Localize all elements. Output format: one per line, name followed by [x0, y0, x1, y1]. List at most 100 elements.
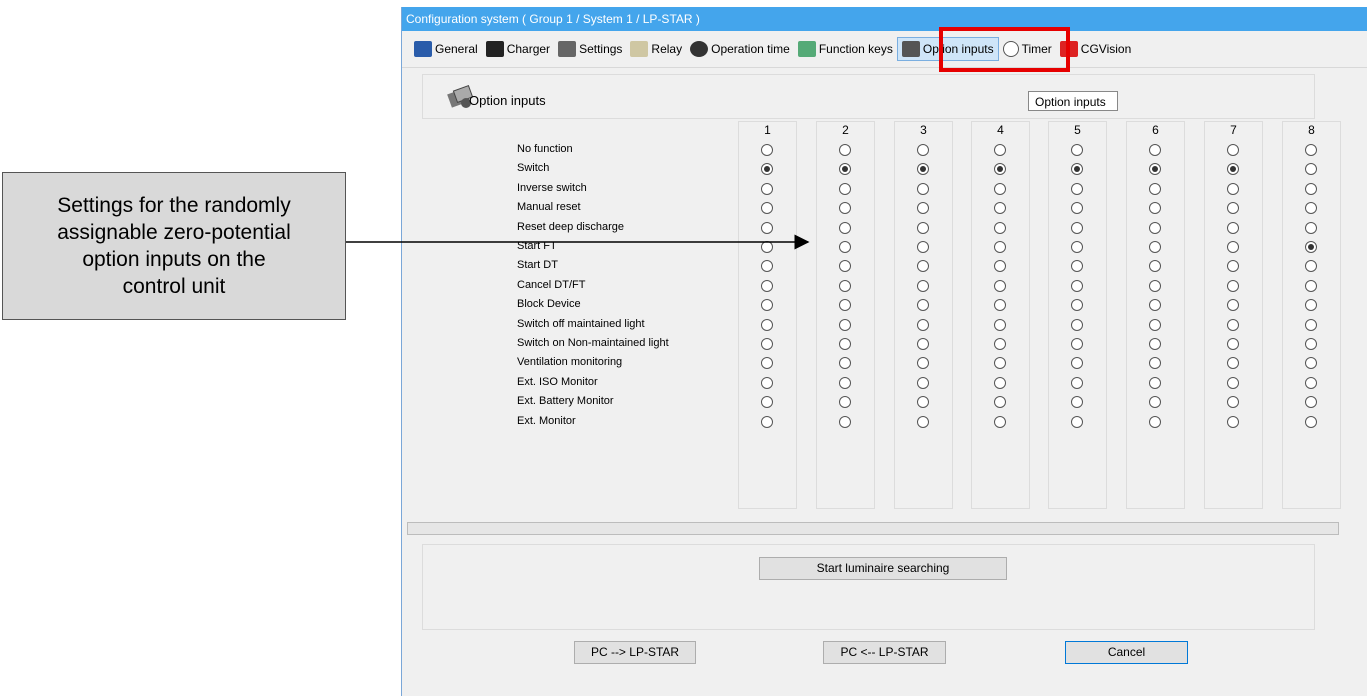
radio-input-6[interactable] [1149, 279, 1161, 292]
radio-input-3[interactable] [917, 182, 929, 195]
radio-input-5[interactable] [1071, 376, 1083, 389]
radio-input-4[interactable] [994, 144, 1006, 156]
toolbar-item-function-keys[interactable]: Function keys [794, 38, 897, 60]
radio-input-1[interactable] [761, 279, 773, 292]
radio-input-8[interactable] [1305, 415, 1317, 428]
radio-input-1[interactable] [761, 221, 773, 234]
radio-input-5[interactable] [1071, 318, 1083, 331]
radio-input-8[interactable] [1305, 338, 1317, 350]
radio-input-7[interactable] [1227, 415, 1239, 428]
radio-input-5[interactable] [1071, 415, 1083, 428]
radio-input-8[interactable] [1305, 144, 1317, 156]
option-row-label: Switch [517, 162, 550, 175]
radio-input-6[interactable] [1149, 144, 1161, 156]
radio-input-3[interactable] [917, 318, 929, 331]
option-row-label: Switch off maintained light [517, 317, 645, 330]
radio-input-7[interactable] [1227, 241, 1239, 253]
radio-input-3[interactable] [917, 338, 929, 350]
radio-input-2[interactable] [839, 415, 851, 428]
radio-input-5[interactable] [1071, 279, 1083, 292]
panel-title: Option inputs [469, 93, 546, 108]
radio-input-5[interactable] [1071, 144, 1083, 156]
radio-input-8[interactable] [1305, 279, 1317, 292]
settings-icon [558, 41, 577, 57]
radio-input-2[interactable] [839, 182, 851, 195]
radio-input-1[interactable] [761, 338, 773, 350]
radio-input-8[interactable] [1305, 241, 1317, 253]
radio-input-6[interactable] [1149, 338, 1161, 350]
radio-input-4[interactable] [994, 182, 1006, 195]
radio-input-1[interactable] [761, 182, 773, 195]
radio-input-7[interactable] [1227, 318, 1239, 331]
toolbar-item-relay[interactable]: Relay [626, 38, 686, 60]
radio-input-2[interactable] [839, 318, 851, 331]
radio-input-1[interactable] [761, 144, 773, 156]
input-column-8 [1282, 121, 1341, 509]
toolbar-item-general[interactable]: General [410, 38, 482, 60]
radio-input-4[interactable] [994, 376, 1006, 389]
radio-input-5[interactable] [1071, 338, 1083, 350]
radio-input-1[interactable] [761, 318, 773, 331]
radio-input-2[interactable] [839, 338, 851, 350]
column-number: 7 [1230, 123, 1237, 137]
radio-input-4[interactable] [994, 415, 1006, 428]
radio-input-3[interactable] [917, 221, 929, 234]
radio-input-4[interactable] [994, 318, 1006, 331]
toolbar-item-label: Operation time [711, 42, 790, 56]
radio-input-5[interactable] [1071, 182, 1083, 195]
option-row-label: Start FT [517, 240, 557, 252]
charger-icon [485, 41, 504, 57]
column-number: 1 [764, 123, 771, 137]
radio-input-2[interactable] [839, 144, 851, 156]
callout-line-3: option inputs on the [82, 248, 266, 271]
radio-input-8[interactable] [1305, 376, 1317, 389]
radio-input-6[interactable] [1149, 376, 1161, 389]
radio-input-1[interactable] [761, 241, 773, 253]
radio-input-2[interactable] [839, 221, 851, 234]
radio-input-4[interactable] [994, 221, 1006, 234]
radio-input-2[interactable] [839, 376, 851, 389]
start-luminaire-search-button[interactable]: Start luminaire searching [759, 557, 1007, 580]
radio-input-3[interactable] [917, 241, 929, 253]
radio-input-6[interactable] [1149, 318, 1161, 331]
radio-input-1[interactable] [761, 376, 773, 389]
toolbar-item-charger[interactable]: Charger [482, 38, 554, 60]
radio-input-6[interactable] [1149, 221, 1161, 234]
option-inputs-icon [901, 41, 920, 57]
function-keys-icon [797, 41, 816, 57]
radio-input-6[interactable] [1149, 415, 1161, 428]
toolbar-item-operation-time[interactable]: Operation time [686, 38, 794, 60]
radio-input-2[interactable] [839, 279, 851, 292]
input-column-2 [816, 121, 875, 509]
radio-input-8[interactable] [1305, 221, 1317, 234]
cancel-button[interactable]: Cancel [1065, 641, 1188, 664]
radio-input-2[interactable] [839, 241, 851, 253]
radio-input-4[interactable] [994, 338, 1006, 350]
radio-input-3[interactable] [917, 144, 929, 156]
radio-input-7[interactable] [1227, 182, 1239, 195]
radio-input-8[interactable] [1305, 318, 1317, 331]
option-inputs-header-panel [422, 74, 1315, 119]
option-row-label: Inverse switch [517, 181, 587, 194]
radio-input-7[interactable] [1227, 221, 1239, 234]
toolbar-item-settings[interactable]: Settings [554, 38, 626, 60]
radio-input-3[interactable] [917, 279, 929, 292]
radio-input-4[interactable] [994, 241, 1006, 253]
radio-input-3[interactable] [917, 415, 929, 428]
radio-input-6[interactable] [1149, 182, 1161, 195]
column-number: 8 [1308, 123, 1315, 137]
radio-input-1[interactable] [761, 415, 773, 428]
radio-input-7[interactable] [1227, 376, 1239, 389]
radio-input-7[interactable] [1227, 338, 1239, 350]
radio-input-5[interactable] [1071, 221, 1083, 234]
radio-input-6[interactable] [1149, 241, 1161, 253]
radio-input-5[interactable] [1071, 241, 1083, 253]
lp-star-to-pc-button[interactable]: PC <-- LP-STAR [823, 641, 946, 664]
radio-input-7[interactable] [1227, 279, 1239, 292]
radio-input-3[interactable] [917, 376, 929, 389]
toolbar-item-label: Relay [651, 42, 683, 56]
radio-input-4[interactable] [994, 279, 1006, 292]
radio-input-8[interactable] [1305, 182, 1317, 195]
pc-to-lp-star-button[interactable]: PC --> LP-STAR [574, 641, 696, 664]
radio-input-7[interactable] [1227, 144, 1239, 156]
